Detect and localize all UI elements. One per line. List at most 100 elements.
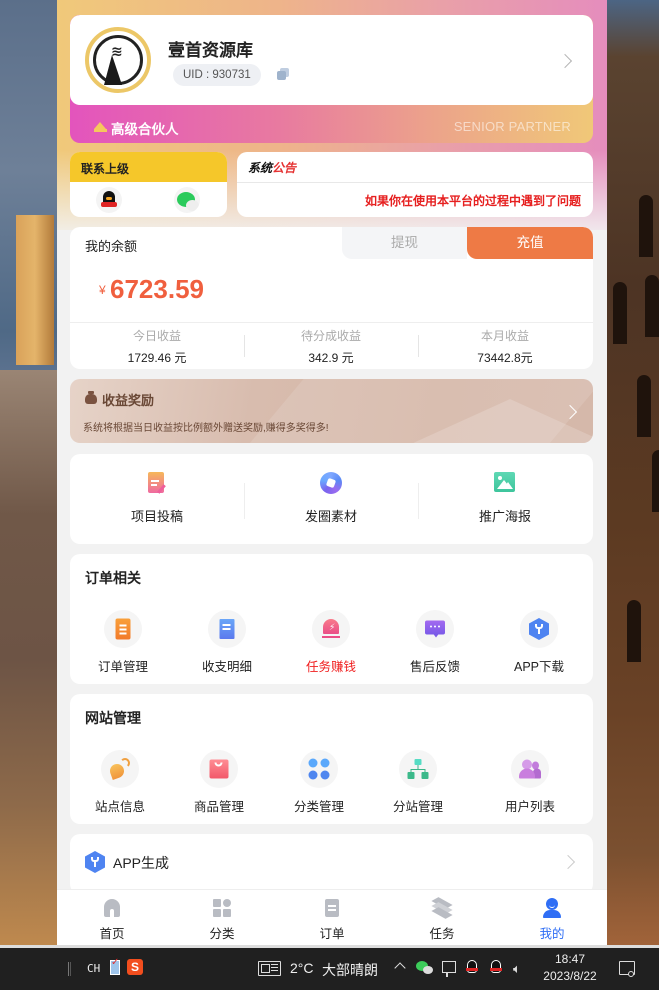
chevron-right-icon [560, 854, 576, 870]
quick-action-label: 项目投稿 [130, 509, 183, 524]
quick-action-promo-poster[interactable]: 推广海报 [418, 472, 592, 525]
system-notice-card[interactable]: 系统公告 如果你在使用本平台的过程中遇到了问题 [237, 152, 593, 217]
balance-card: 我的余额 提现 充值 ¥ 6723.59 今日收益 1729.46 元 待分成收… [70, 227, 593, 369]
app-generate-row[interactable]: APP生成 [70, 834, 593, 894]
network-icon[interactable] [442, 961, 456, 977]
divider [70, 322, 593, 323]
stat-pending-income: 待分成收益 342.9 元 [244, 327, 418, 366]
volume-icon[interactable]: 🔈︎ [513, 961, 521, 977]
wechat-tray-icon[interactable] [416, 961, 434, 975]
reward-description: 系统将根据当日收益按比例额外赠送奖励,赚得多奖得多! [83, 423, 329, 434]
currency-symbol: ¥ [99, 283, 106, 297]
qq-icon[interactable] [96, 187, 122, 213]
clock[interactable]: 18:47 2023/8/22 [540, 951, 600, 985]
weather-status[interactable]: 大部晴朗 [322, 960, 378, 980]
home-icon [102, 898, 122, 918]
qq-tray-icon[interactable] [466, 960, 478, 976]
menu-item-app-download[interactable]: APP下载 [489, 610, 589, 675]
shopping-bag-icon [209, 759, 229, 779]
notice-title-part2: 公告 [272, 161, 297, 175]
clipboard-icon [115, 618, 131, 640]
menu-item-label: 分站管理 [392, 800, 443, 814]
news-widget-icon[interactable] [258, 961, 281, 976]
menu-item-category-management[interactable]: 分类管理 [269, 750, 369, 815]
menu-item-label: 站点信息 [94, 800, 145, 814]
menu-item-task-earn[interactable]: ⚡ 任务赚钱 [281, 610, 381, 675]
ime-indicator[interactable]: CH [87, 962, 100, 975]
alarm-icon: ⚡ [322, 619, 340, 639]
menu-item-site-info[interactable]: 站点信息 [70, 750, 170, 815]
sogou-input-icon[interactable]: S [127, 959, 143, 975]
wallpaper-arch [639, 195, 653, 257]
mobile-app-window: ≋ 壹首资源库 UID : 930731 高级合伙人 SENIOR PARTNE… [57, 0, 607, 945]
menu-item-label: 商品管理 [193, 800, 244, 814]
wallpaper-arch [627, 600, 641, 662]
quick-actions-card: 项目投稿 发圈素材 推广海报 [70, 454, 593, 544]
wallpaper-steps [0, 370, 57, 950]
taskbar-grip[interactable] [68, 962, 69, 976]
windows-taskbar: CH S 2°C 大部晴朗 🔈︎ 18:47 2023/8/22 [0, 948, 659, 990]
stat-value: 342.9 元 [308, 351, 354, 365]
quick-action-moments-material[interactable]: 发圈素材 [244, 472, 418, 525]
category-icon [212, 898, 232, 918]
avatar[interactable]: ≋ [85, 27, 151, 93]
user-profile-card: ≋ 壹首资源库 UID : 930731 高级合伙人 SENIOR PARTNE… [70, 15, 593, 143]
stat-today-income: 今日收益 1729.46 元 [70, 327, 244, 366]
menu-item-label: APP下载 [513, 660, 564, 674]
users-icon [519, 759, 541, 779]
wallpaper-arch [652, 450, 659, 512]
avatar-wolf [104, 55, 122, 85]
qq-tray-icon[interactable] [490, 960, 502, 976]
user-name: 壹首资源库 [168, 41, 253, 60]
menu-item-label: 任务赚钱 [305, 660, 356, 674]
menu-item-after-sales[interactable]: 售后反馈 [385, 610, 485, 675]
quick-action-project-submit[interactable]: 项目投稿 [70, 472, 244, 525]
menu-item-label: 分类管理 [293, 800, 344, 814]
wallpaper-right-strip [607, 0, 659, 948]
stat-label: 待分成收益 [300, 329, 361, 343]
show-hidden-icons-chevron-icon[interactable] [394, 962, 406, 974]
temperature[interactable]: 2°C [290, 960, 314, 976]
tab-category[interactable]: 分类 [167, 898, 277, 942]
menu-item-user-list[interactable]: 用户列表 [480, 750, 580, 815]
notification-center-icon[interactable] [619, 961, 635, 977]
copy-icon[interactable] [277, 68, 289, 80]
menu-item-product-management[interactable]: 商品管理 [169, 750, 269, 815]
chat-bubble-icon [425, 620, 445, 638]
aperture-icon [320, 472, 342, 494]
stat-month-income: 本月收益 73442.8元 [418, 327, 592, 366]
icon-circle [399, 750, 437, 788]
tab-mine[interactable]: 我的 [497, 898, 607, 942]
order-section-card: 订单相关 订单管理 收支明细 ⚡ 任务赚钱 售后反馈 APP下载 [70, 554, 593, 684]
wechat-icon[interactable] [174, 187, 200, 213]
income-reward-banner[interactable]: 收益奖励 系统将根据当日收益按比例额外赠送奖励,赚得多奖得多! [70, 379, 593, 443]
recharge-button[interactable]: 充值 [467, 227, 593, 259]
document-check-icon[interactable] [110, 957, 120, 975]
org-tree-icon [407, 759, 429, 779]
withdraw-button[interactable]: 提现 [342, 227, 467, 259]
clock-time: 18:47 [554, 952, 586, 966]
tab-home[interactable]: 首页 [57, 898, 167, 942]
wallpaper-left-strip [0, 0, 57, 950]
app-generate-label: APP生成 [113, 855, 170, 871]
tab-orders[interactable]: 订单 [277, 898, 387, 942]
menu-item-substation-management[interactable]: 分站管理 [368, 750, 468, 815]
chevron-right-icon[interactable] [557, 53, 573, 69]
icon-circle [200, 750, 238, 788]
icon-circle [101, 750, 139, 788]
tab-tasks[interactable]: 任务 [387, 897, 497, 942]
menu-item-income-expense[interactable]: 收支明细 [177, 610, 277, 675]
menu-item-order-management[interactable]: 订单管理 [73, 610, 173, 675]
cube-icon [529, 618, 549, 640]
contact-title: 联系上级 [81, 162, 130, 176]
stat-label: 本月收益 [480, 329, 529, 343]
order-icon [322, 898, 342, 918]
notice-title-part1: 系统 [248, 161, 273, 175]
icon-circle [416, 610, 454, 648]
user-info[interactable]: ≋ 壹首资源库 UID : 930731 [70, 15, 593, 105]
menu-item-label: 收支明细 [201, 660, 252, 674]
satellite-dish-icon [108, 758, 130, 780]
menu-item-label: 售后反馈 [409, 660, 460, 674]
grid-dots-icon [308, 758, 330, 780]
menu-item-label: 订单管理 [97, 660, 148, 674]
